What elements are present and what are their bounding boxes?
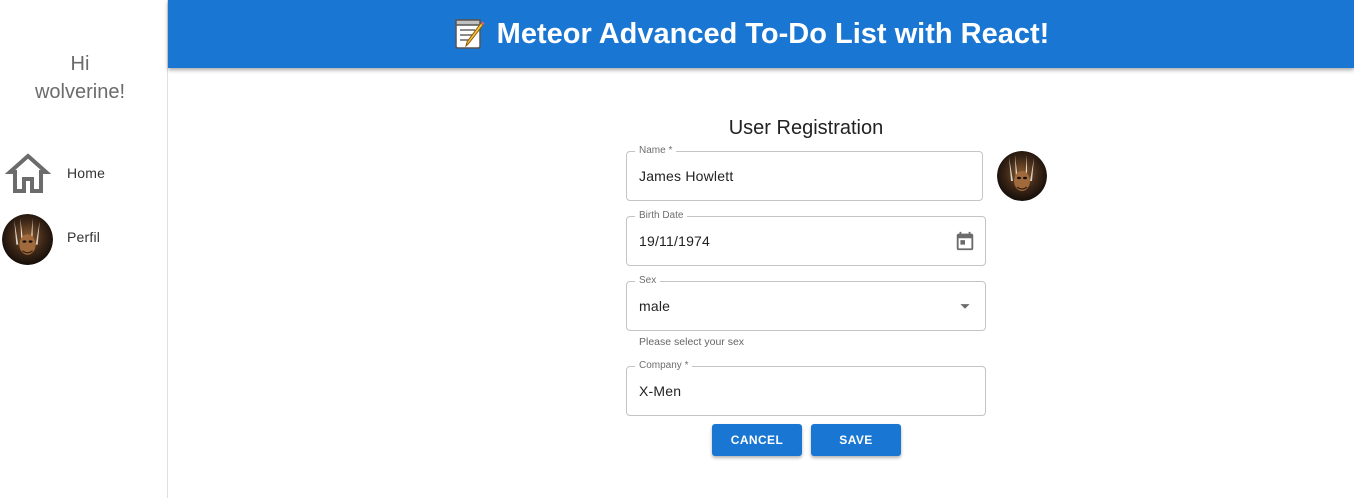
home-icon [5,153,51,193]
avatar [2,214,53,265]
sex-label: Sex [635,275,661,287]
greeting-username: wolverine! [34,81,126,103]
sex-value: male [639,298,671,314]
app-header: Meteor Advanced To-Do List with React! [168,0,1354,68]
company-field[interactable]: Company * X-Men [626,360,986,416]
name-value: James Howlett [639,168,734,184]
sex-helper-text: Please select your sex [639,336,745,348]
memo-icon [454,19,485,49]
name-label: Name * [635,145,677,157]
birth-date-field[interactable]: Birth Date 19/11/1974 [626,210,986,266]
company-label: Company * [635,360,693,372]
user-avatar[interactable] [997,151,1047,201]
birth-date-label: Birth Date [635,210,688,222]
company-value: X-Men [639,383,682,399]
sidebar-item-home-label: Home [67,165,106,181]
sidebar-item-perfil[interactable]: Perfil [0,213,166,265]
sidebar-item-home[interactable]: Home [0,149,166,201]
birth-date-value: 19/11/1974 [639,233,711,249]
sidebar: Hi wolverine! Home Perfil [0,0,168,498]
name-field[interactable]: Name * James Howlett [626,145,983,201]
cancel-button[interactable]: CANCEL [712,424,802,456]
app-title: Meteor Advanced To-Do List with React! [496,17,1050,50]
form-title: User Registration [728,117,884,139]
calendar-icon[interactable] [954,230,976,252]
save-button[interactable]: SAVE [811,424,901,456]
sidebar-item-perfil-label: Perfil [67,229,101,245]
greeting: Hi wolverine! [0,50,160,106]
dropdown-arrow-icon[interactable] [954,295,976,317]
sex-select[interactable]: Sex male [626,275,986,331]
greeting-hi: Hi [70,53,90,75]
